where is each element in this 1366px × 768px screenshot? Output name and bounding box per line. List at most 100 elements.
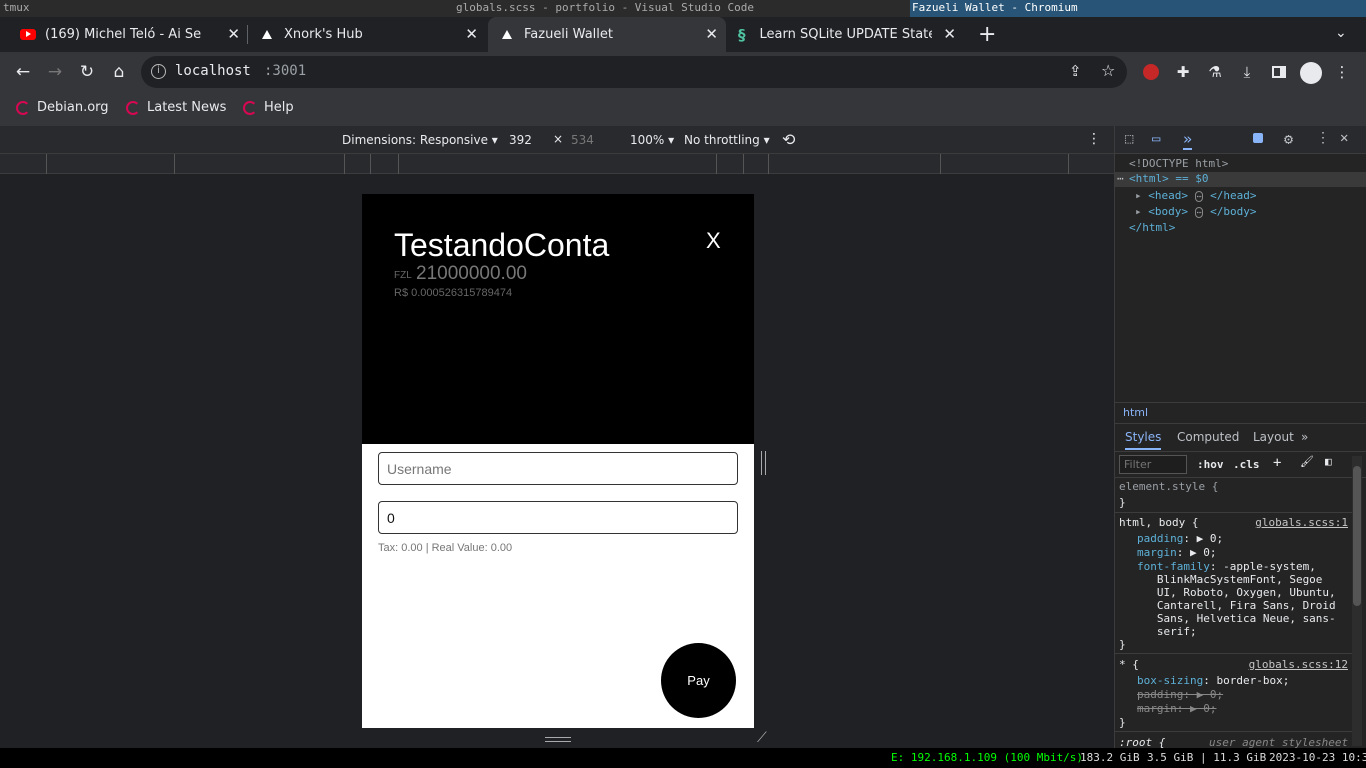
amount-input[interactable] xyxy=(378,501,738,534)
tab-label: Xnork's Hub xyxy=(284,27,363,42)
home-icon[interactable]: ⌂ xyxy=(107,60,131,84)
times-sign: × xyxy=(553,132,564,146)
styles-scrollbar[interactable] xyxy=(1352,456,1362,746)
breadcrumb[interactable]: html xyxy=(1115,402,1366,424)
device-toggle-icon[interactable]: ▭ xyxy=(1152,131,1160,147)
rule1-margin[interactable]: margin: ▶ 0; xyxy=(1137,546,1217,559)
close-icon[interactable]: ✕ xyxy=(465,25,478,43)
rule2-box-sizing[interactable]: box-sizing: border-box; xyxy=(1137,674,1289,687)
hov-toggle[interactable]: :hov xyxy=(1197,458,1224,471)
extensions-puzzle-icon[interactable]: ✚ xyxy=(1171,60,1195,84)
dom-selected-row[interactable]: ⋯ <html> == $0 xyxy=(1115,172,1366,187)
pay-button[interactable]: Pay xyxy=(661,643,736,718)
wm-tmux-title[interactable]: tmux xyxy=(3,1,30,14)
tab-sqlite[interactable]: § Learn SQLite UPDATE State ✕ xyxy=(728,17,964,52)
rule1-padding[interactable]: padding: ▶ 0; xyxy=(1137,532,1223,545)
settings-gear-icon[interactable]: ⚙ xyxy=(1284,130,1293,148)
issues-icon[interactable] xyxy=(1253,133,1263,143)
debian-swirl-icon xyxy=(243,100,257,115)
tab-fazueli-wallet[interactable]: Fazueli Wallet ✕ xyxy=(488,17,726,52)
share-icon[interactable]: ⇪ xyxy=(1069,62,1082,80)
window-manager-bar: tmux globals.scss - portfolio - Visual S… xyxy=(0,0,1366,17)
bookmark-star-icon[interactable]: ☆ xyxy=(1101,61,1115,80)
sqlite-icon: § xyxy=(738,25,746,44)
brl-value: R$ 0.000526315789474 xyxy=(394,287,513,299)
resize-handle-bottom[interactable] xyxy=(545,737,571,742)
bookmark-label: Debian.org xyxy=(37,100,109,115)
styles-filter-input[interactable] xyxy=(1119,455,1187,474)
rule2-selector[interactable]: * { xyxy=(1119,658,1139,671)
forward-icon[interactable]: → xyxy=(43,60,67,84)
reload-icon[interactable]: ↻ xyxy=(75,60,99,84)
device-toolbar: Dimensions: Responsive ▾ 392 × 534 100% … xyxy=(0,126,1114,154)
rule2-padding-overridden[interactable]: padding: ▶ 0; xyxy=(1137,688,1223,701)
address-bar[interactable]: i localhost :3001 ⇪ ☆ xyxy=(141,56,1127,88)
url-host: localhost xyxy=(175,63,251,79)
wm-chromium-title[interactable]: Fazueli Wallet - Chromium xyxy=(910,0,1366,17)
height-input[interactable]: 534 xyxy=(571,133,594,147)
element-style-rule[interactable]: element.style { xyxy=(1119,480,1218,493)
kebab-menu-icon[interactable]: ⋮ xyxy=(1330,60,1354,84)
dom-html-node: <html> == $0 xyxy=(1129,172,1209,185)
dom-head-node[interactable]: ▸ <head> ⋯ </head> xyxy=(1135,189,1256,202)
more-tabs-icon[interactable]: » xyxy=(1183,130,1193,150)
close-button[interactable]: X xyxy=(706,228,721,254)
rotate-icon[interactable]: ⟲ xyxy=(782,130,795,149)
account-card: TestandoConta X FZL 21000000.00 R$ 0.000… xyxy=(362,194,754,444)
resize-handle-right[interactable] xyxy=(761,451,766,475)
inspect-element-icon[interactable]: ⬚ xyxy=(1125,131,1133,147)
rule1-selector[interactable]: html, body { xyxy=(1119,516,1198,529)
info-icon[interactable]: i xyxy=(151,64,166,79)
tab-xnorks-hub[interactable]: Xnork's Hub ✕ xyxy=(250,17,486,52)
media-query-ruler xyxy=(0,154,1114,174)
tab-label: (169) Michel Teló - Ai Se xyxy=(45,27,202,42)
bookmark-label: Latest News xyxy=(147,100,227,115)
dimensions-select[interactable]: Dimensions: Responsive ▾ xyxy=(342,133,498,147)
throttle-select[interactable]: No throttling ▾ xyxy=(684,133,770,147)
rule2-source-link[interactable]: globals.scss:12 xyxy=(1249,658,1348,671)
zoom-select[interactable]: 100% ▾ xyxy=(630,133,674,147)
tab-search-chevron-icon[interactable]: ⌄ xyxy=(1335,25,1347,41)
extension-stop-icon[interactable] xyxy=(1143,64,1159,80)
width-input[interactable]: 392 xyxy=(509,133,532,147)
resize-corner-icon[interactable]: ⟋ xyxy=(757,730,767,746)
bookmark-latest-news[interactable]: Latest News xyxy=(126,100,226,115)
profile-avatar-icon[interactable] xyxy=(1300,62,1322,84)
dom-body-node[interactable]: ▸ <body> ⋯ </body> xyxy=(1135,205,1256,218)
close-icon[interactable]: ✕ xyxy=(705,25,718,43)
bookmark-help[interactable]: Help xyxy=(243,100,294,115)
back-icon[interactable]: ← xyxy=(11,60,35,84)
paint-icon[interactable]: 🖌 xyxy=(1300,455,1314,468)
close-icon[interactable]: ✕ xyxy=(943,25,956,43)
bookmark-debian[interactable]: Debian.org xyxy=(16,100,109,115)
clock: 2023-10-23 10:33 xyxy=(1269,751,1366,764)
tab-computed[interactable]: Computed xyxy=(1177,430,1239,444)
triangle-icon xyxy=(502,30,512,39)
new-rule-icon[interactable]: + xyxy=(1273,455,1281,471)
cls-toggle[interactable]: .cls xyxy=(1233,458,1260,471)
i3-status-bar: E: 192.168.1.109 (100 Mbit/s) 183.2 GiB … xyxy=(0,748,1366,768)
username-input[interactable] xyxy=(378,452,738,485)
new-tab-icon[interactable]: + xyxy=(978,22,996,47)
close-devtools-icon[interactable]: ✕ xyxy=(1340,130,1348,146)
close-icon[interactable]: ✕ xyxy=(227,25,240,43)
tab-layout[interactable]: Layout xyxy=(1253,430,1294,444)
browser-toolbar: ← → ↻ ⌂ i localhost :3001 ⇪ ☆ ✚ ⚗ ⤓ ⋮ xyxy=(0,52,1366,92)
side-panel-icon[interactable] xyxy=(1272,66,1286,78)
balance-value: 21000000.00 xyxy=(416,263,527,284)
rule2-margin-overridden[interactable]: margin: ▶ 0; xyxy=(1137,702,1216,715)
flask-icon[interactable]: ⚗ xyxy=(1203,60,1227,84)
rule1-font-family[interactable]: font-family: -apple-system, BlinkMacSyst… xyxy=(1137,560,1336,638)
dom-doctype[interactable]: <!DOCTYPE html> xyxy=(1129,157,1228,170)
tab-styles[interactable]: Styles xyxy=(1125,430,1162,450)
device-more-icon[interactable]: ⋮ xyxy=(1087,131,1101,147)
dom-html-close[interactable]: </html> xyxy=(1129,221,1175,234)
wm-vscode-title[interactable]: globals.scss - portfolio - Visual Studio… xyxy=(456,1,754,14)
devtools-menu-icon[interactable]: ⋮ xyxy=(1316,130,1330,146)
rule1-source-link[interactable]: globals.scss:1 xyxy=(1255,516,1348,529)
more-tabs-icon[interactable]: » xyxy=(1301,430,1308,444)
triangle-icon xyxy=(262,30,272,39)
tab-youtube[interactable]: (169) Michel Teló - Ai Se ✕ xyxy=(12,17,248,52)
download-icon[interactable]: ⤓ xyxy=(1235,60,1259,84)
sidebar-toggle-icon[interactable]: ◧ xyxy=(1325,455,1332,468)
